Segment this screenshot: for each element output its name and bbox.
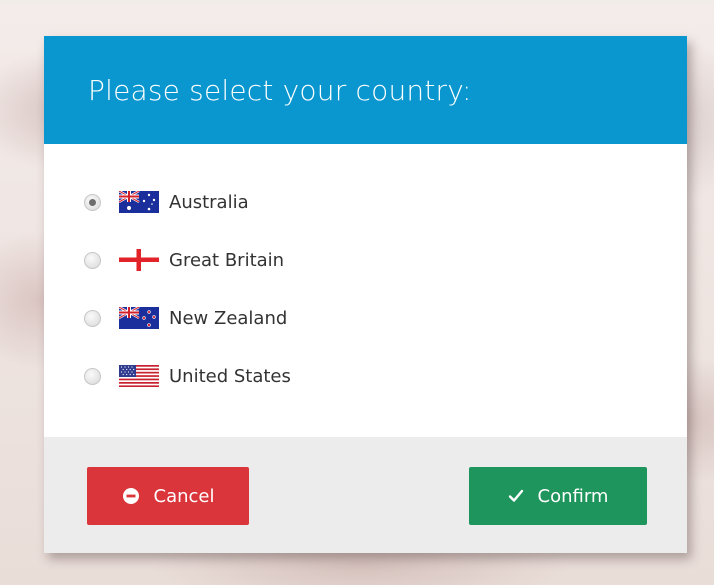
country-label: Great Britain	[169, 249, 285, 271]
country-label: United States	[169, 365, 291, 387]
dialog-header: Please select your country:	[44, 36, 687, 144]
checkmark-icon	[508, 488, 524, 504]
usa-flag-icon	[119, 365, 159, 387]
minus-circle-icon	[122, 487, 140, 505]
country-label: Australia	[169, 191, 249, 213]
england-flag-icon	[119, 249, 159, 271]
country-option-new-zealand[interactable]: New Zealand	[84, 302, 287, 334]
radio-united-states[interactable]	[84, 367, 101, 385]
dialog-title: Please select your country:	[88, 73, 472, 107]
cancel-button[interactable]: Cancel	[87, 467, 249, 525]
radio-new-zealand[interactable]	[84, 309, 101, 327]
country-select-dialog: Please select your country: Australia Gr…	[44, 36, 687, 553]
new-zealand-flag-icon	[119, 307, 159, 329]
radio-selected-dot	[89, 198, 96, 206]
dialog-body: Australia Great Britain New Zealand Unit…	[44, 144, 687, 437]
country-option-australia[interactable]: Australia	[84, 186, 249, 218]
top-strip	[0, 0, 714, 6]
australia-flag-icon	[119, 191, 159, 213]
country-option-united-states[interactable]: United States	[84, 360, 291, 392]
cancel-label: Cancel	[153, 485, 215, 507]
radio-great-britain[interactable]	[84, 251, 101, 269]
radio-australia[interactable]	[84, 193, 101, 211]
country-label: New Zealand	[169, 307, 288, 329]
country-option-great-britain[interactable]: Great Britain	[84, 244, 284, 276]
dialog-footer: Cancel Confirm	[44, 437, 687, 553]
confirm-button[interactable]: Confirm	[469, 467, 647, 525]
confirm-label: Confirm	[537, 485, 609, 507]
